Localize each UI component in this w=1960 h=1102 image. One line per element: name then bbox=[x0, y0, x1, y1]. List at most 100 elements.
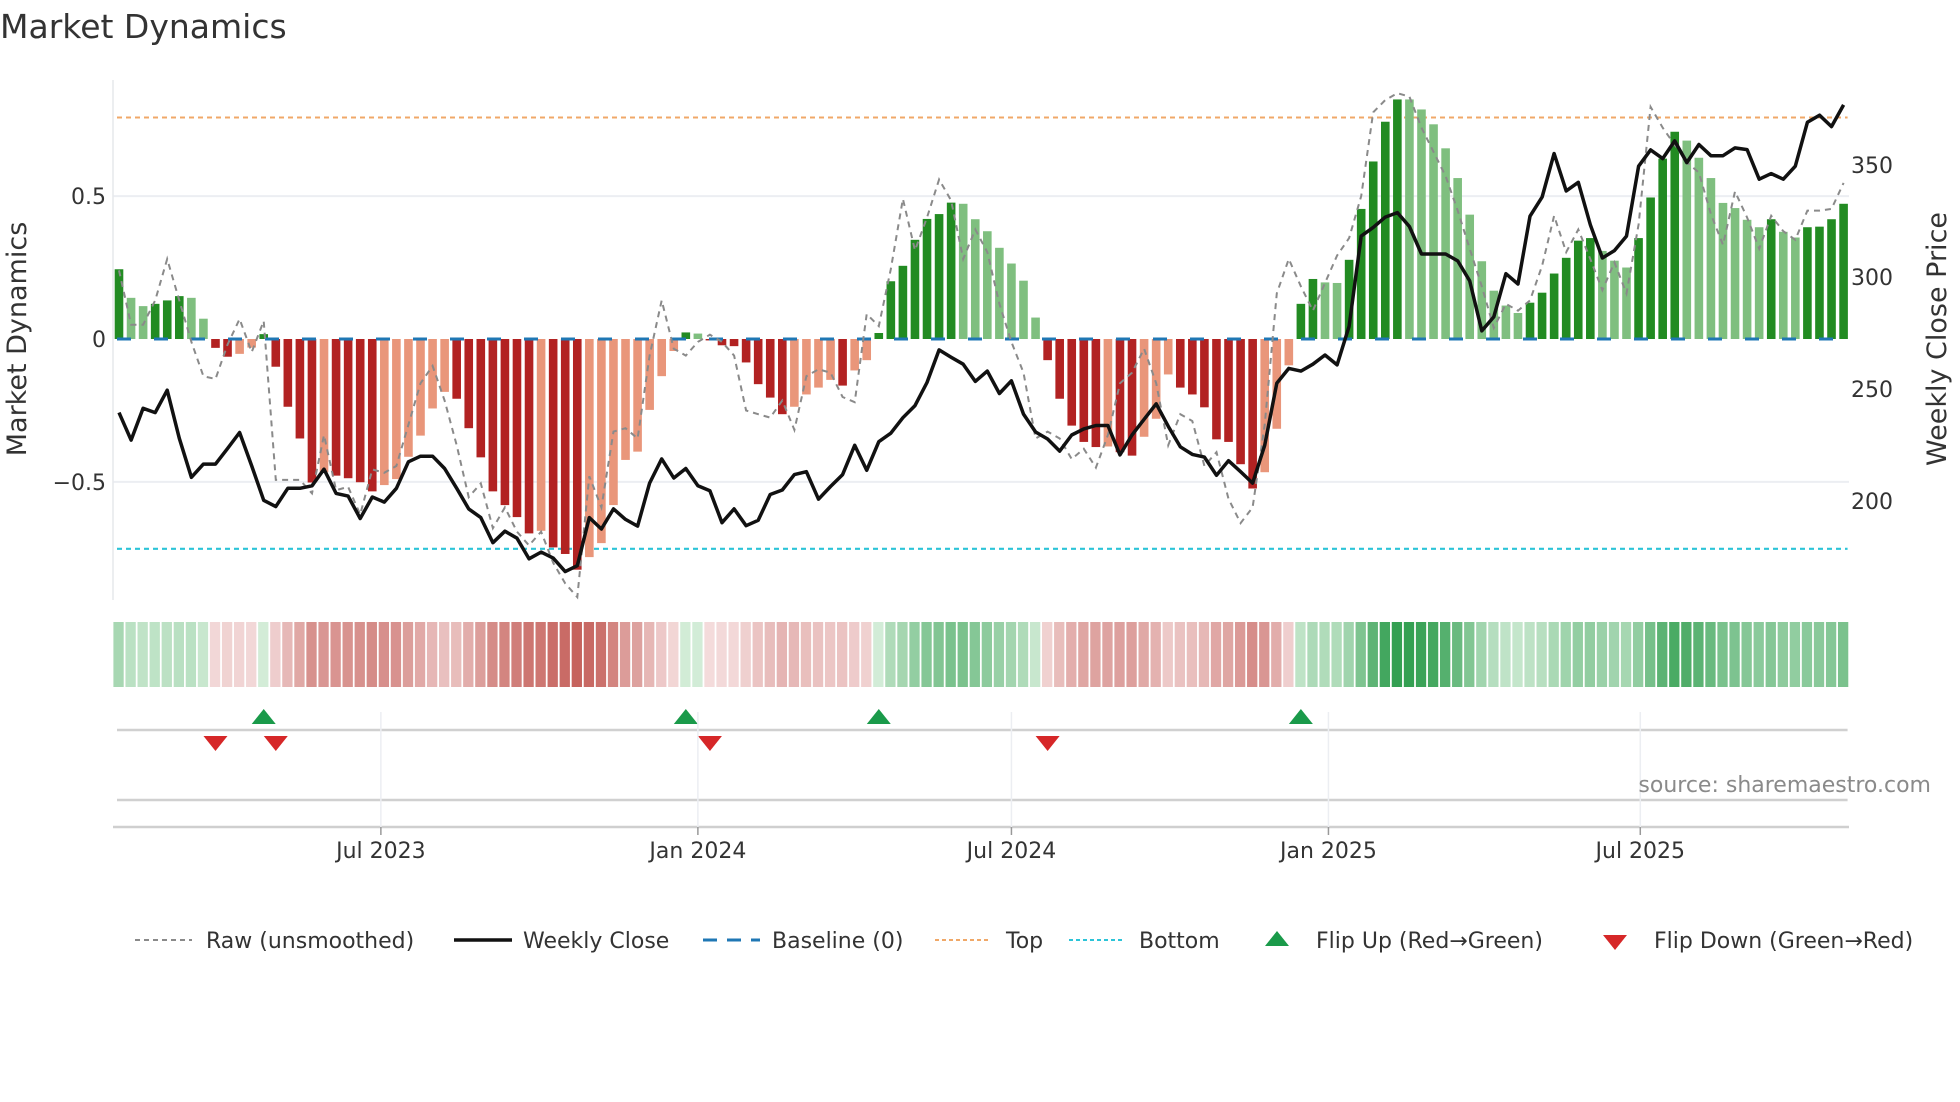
flip-up-marker bbox=[866, 709, 891, 724]
heat-cell bbox=[1789, 622, 1801, 687]
flip-up-marker bbox=[673, 709, 698, 724]
momentum-bar bbox=[765, 338, 775, 398]
heat-cell bbox=[1753, 622, 1764, 687]
x-tick-label: Jul 2024 bbox=[965, 839, 1057, 864]
series-lines bbox=[117, 92, 1846, 600]
heat-cell bbox=[619, 622, 631, 687]
momentum-bar bbox=[609, 338, 618, 506]
heat-cell bbox=[1620, 622, 1632, 687]
flip-up-marker bbox=[1288, 709, 1313, 724]
momentum-bar bbox=[126, 297, 136, 339]
momentum-bar bbox=[404, 338, 413, 457]
heat-cell bbox=[1042, 622, 1053, 687]
heat-cell bbox=[1452, 622, 1463, 687]
heat-cell bbox=[1367, 622, 1378, 687]
heat-cell bbox=[1765, 622, 1776, 687]
momentum-bar bbox=[1827, 219, 1836, 339]
heat-cell bbox=[1005, 622, 1017, 687]
momentum-bar bbox=[380, 338, 389, 486]
momentum-bar bbox=[1019, 280, 1028, 339]
heat-cell bbox=[1524, 622, 1535, 687]
heat-cell bbox=[221, 622, 233, 687]
heat-cell bbox=[1403, 622, 1415, 687]
heat-cell bbox=[909, 622, 920, 687]
momentum-bar bbox=[1513, 312, 1523, 339]
momentum-bar bbox=[416, 338, 425, 436]
heat-cell bbox=[390, 622, 402, 687]
heat-cell bbox=[426, 622, 438, 687]
heat-cell bbox=[209, 622, 221, 687]
momentum-bar bbox=[597, 338, 606, 544]
momentum-bar bbox=[199, 318, 208, 339]
momentum-bar bbox=[1537, 292, 1547, 339]
momentum-bar bbox=[175, 296, 184, 339]
heat-cell bbox=[1391, 622, 1403, 687]
momentum-bar bbox=[1356, 208, 1366, 339]
heat-cell bbox=[1548, 622, 1559, 687]
heat-cell bbox=[1138, 622, 1149, 687]
heat-cell bbox=[1415, 622, 1427, 687]
x-tick-label: Jan 2024 bbox=[647, 839, 746, 864]
heat-cell bbox=[294, 622, 305, 687]
momentum-bar bbox=[1766, 219, 1776, 339]
heat-cell bbox=[1017, 622, 1029, 687]
heat-cell bbox=[583, 622, 595, 687]
heat-cell bbox=[125, 622, 136, 687]
heat-cell bbox=[692, 622, 703, 687]
heat-cell bbox=[716, 622, 727, 687]
heat-cell bbox=[258, 622, 269, 687]
heat-cell bbox=[595, 622, 607, 687]
momentum-bar bbox=[1188, 338, 1197, 395]
y2-tick-label: 200 bbox=[1851, 490, 1893, 515]
momentum-bar bbox=[1115, 338, 1125, 453]
heat-cell bbox=[1210, 622, 1222, 687]
heat-cell bbox=[1295, 622, 1306, 687]
momentum-bar bbox=[343, 338, 353, 479]
heat-cell bbox=[1645, 622, 1656, 687]
heat-cell bbox=[234, 622, 245, 687]
flip-up-marker bbox=[251, 709, 276, 724]
y-tick-label: 0.5 bbox=[71, 185, 106, 210]
momentum-bar bbox=[1598, 250, 1607, 339]
heat-cell bbox=[607, 622, 619, 687]
raw-line bbox=[118, 92, 1845, 600]
momentum-bar bbox=[331, 338, 341, 476]
momentum-bar bbox=[1224, 338, 1233, 442]
momentum-bar bbox=[1429, 124, 1438, 339]
market-dynamics-chart: Market Dynamics 0.5 0 −0.5 200 250 300 350 Ma… bbox=[0, 7, 1953, 954]
momentum-bar bbox=[1332, 282, 1342, 339]
heat-cell bbox=[1126, 622, 1137, 687]
heat-cell bbox=[1476, 622, 1487, 687]
x-tick-label: Jan 2025 bbox=[1278, 839, 1377, 864]
momentum-bar bbox=[1754, 227, 1764, 339]
heat-cell bbox=[1247, 622, 1258, 687]
heat-cell bbox=[1078, 622, 1089, 687]
momentum-bar bbox=[572, 338, 582, 570]
left-axis-label: Market Dynamics bbox=[2, 222, 33, 457]
heat-cell bbox=[1837, 622, 1849, 687]
heat-cell bbox=[1536, 622, 1547, 687]
momentum-bar bbox=[645, 338, 654, 410]
heat-cell bbox=[993, 622, 1005, 687]
heat-cell bbox=[812, 622, 824, 687]
heat-cell bbox=[1150, 622, 1161, 687]
heat-cell bbox=[1102, 622, 1113, 687]
momentum-bar bbox=[1670, 131, 1680, 339]
momentum-bar bbox=[790, 338, 799, 407]
heat-cell bbox=[366, 622, 377, 687]
heat-cell bbox=[378, 622, 390, 687]
heat-cell bbox=[185, 622, 197, 687]
heat-cell bbox=[1464, 622, 1475, 687]
flip-down-marker bbox=[203, 736, 228, 751]
legend-close-label: Weekly Close bbox=[523, 929, 669, 954]
heat-cell bbox=[1500, 622, 1511, 687]
momentum-bar bbox=[1561, 257, 1571, 339]
legend-flip-down-icon bbox=[1603, 935, 1627, 950]
heat-cell bbox=[1693, 622, 1704, 687]
heat-cell bbox=[656, 622, 667, 687]
heat-cell bbox=[752, 622, 763, 687]
heat-cell bbox=[740, 622, 751, 687]
heat-cell bbox=[499, 622, 510, 687]
momentum-bar bbox=[150, 303, 160, 339]
momentum-bar bbox=[657, 338, 666, 377]
